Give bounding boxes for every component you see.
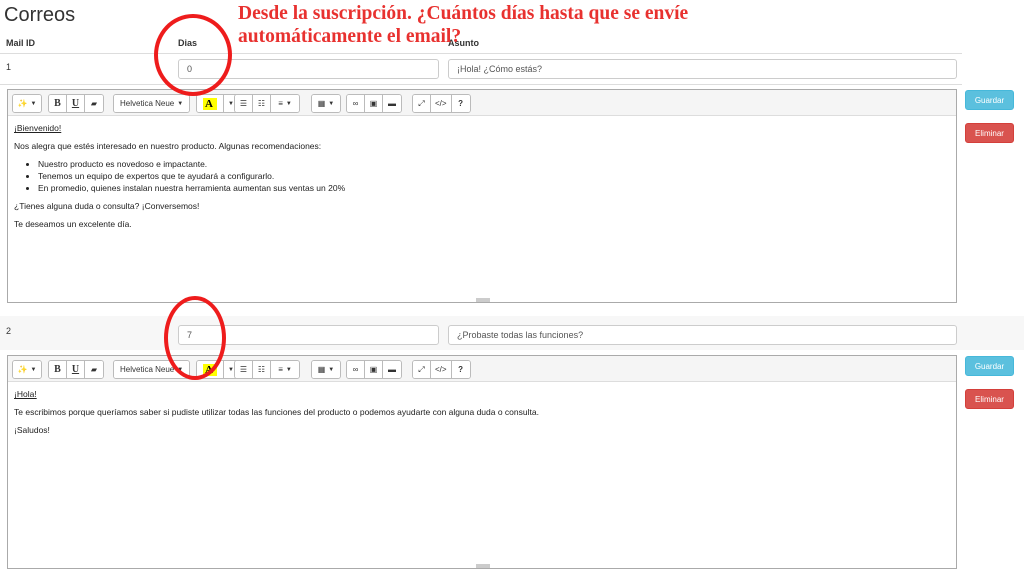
delete-button-2[interactable]: Eliminar [965, 389, 1014, 409]
fullscreen-icon[interactable]: ⤢ [413, 361, 431, 378]
magic-wand-icon[interactable]: ✨ ▼ [13, 361, 41, 378]
body-closing: ¡Saludos! [14, 425, 50, 435]
body-bullet-list: Nuestro producto es novedoso e impactant… [38, 158, 950, 194]
insert-group: ∞ ▣ ▬ [346, 94, 402, 113]
annotation-circle-1 [154, 14, 232, 96]
font-group: Helvetica Neue ▼ [113, 94, 191, 113]
body-intro: Te escribimos porque queríamos saber si … [14, 407, 539, 417]
format-group: B U ▰ [48, 360, 104, 379]
style-group: ✨ ▼ [12, 94, 42, 113]
column-header-mail-id: Mail ID [6, 38, 36, 48]
asunto-input-2[interactable]: ¿Probaste todas las funciones? [448, 325, 957, 345]
body-bullet: En promedio, quienes instalan nuestra he… [38, 182, 950, 194]
bold-icon[interactable]: B [49, 95, 67, 112]
asunto-input-1[interactable]: ¡Hola! ¿Cómo estás? [448, 59, 957, 79]
eraser-icon[interactable]: ▰ [85, 361, 103, 378]
link-icon[interactable]: ∞ [347, 361, 365, 378]
body-bullet: Tenemos un equipo de expertos que te ayu… [38, 170, 950, 182]
underline-icon[interactable]: U [67, 95, 85, 112]
editor-content[interactable]: ¡Hola! Te escribimos porque queríamos sa… [8, 382, 956, 448]
mail-id-2: 2 [6, 326, 12, 336]
table-icon[interactable]: ▦ ▼ [312, 95, 340, 112]
font-family-dropdown[interactable]: Helvetica Neue ▼ [114, 95, 190, 112]
body-intro: Nos alegra que estés interesado en nuest… [14, 141, 322, 151]
eraser-icon[interactable]: ▰ [85, 95, 103, 112]
body-greeting: ¡Bienvenido! [14, 123, 62, 133]
help-icon[interactable]: ? [451, 361, 470, 378]
picture-icon[interactable]: ▣ [365, 95, 383, 112]
body-closing: Te deseamos un excelente día. [14, 219, 132, 229]
resize-handle[interactable] [476, 564, 490, 568]
body-bullet: Nuestro producto es novedoso e impactant… [38, 158, 950, 170]
bold-icon[interactable]: B [49, 361, 67, 378]
page-title: Correos [4, 4, 76, 26]
editor-content[interactable]: ¡Bienvenido! Nos alegra que estés intere… [8, 116, 956, 242]
table-group: ▦ ▼ [311, 94, 341, 113]
mail-id-1: 1 [6, 62, 12, 72]
font-name-label: Helvetica Neue [120, 365, 175, 374]
list-group: ☰ ☷ ≡ ▼ [234, 360, 300, 379]
link-icon[interactable]: ∞ [347, 95, 365, 112]
text-color-icon[interactable]: A [197, 95, 224, 112]
view-group: ⤢ </> ? [412, 94, 471, 113]
format-group: B U ▰ [48, 94, 104, 113]
delete-button-1[interactable]: Eliminar [965, 123, 1014, 143]
email-editor-1: ✨ ▼ B U ▰ Helvetica Neue ▼ A ▼ ☰ ☷ ≡ ▼ ▦ ▼ ∞… [7, 89, 957, 303]
table-group: ▦ ▼ [311, 360, 341, 379]
ordered-list-icon[interactable]: ☷ [253, 361, 271, 378]
editor-toolbar: ✨ ▼ B U ▰ Helvetica Neue ▼ A ▼ ☰ ☷ ≡ ▼ ▦ ▼ ∞… [8, 356, 956, 382]
unordered-list-icon[interactable]: ☰ [235, 361, 253, 378]
style-group: ✨ ▼ [12, 360, 42, 379]
header-divider [0, 53, 962, 54]
paragraph-align-icon[interactable]: ≡ ▼ [271, 95, 299, 112]
color-group: A ▼ [196, 94, 239, 113]
ordered-list-icon[interactable]: ☷ [253, 95, 271, 112]
view-group: ⤢ </> ? [412, 360, 471, 379]
insert-group: ∞ ▣ ▬ [346, 360, 402, 379]
email-editor-2: ✨ ▼ B U ▰ Helvetica Neue ▼ A ▼ ☰ ☷ ≡ ▼ ▦ ▼ ∞… [7, 355, 957, 569]
body-question: ¿Tienes alguna duda o consulta? ¡Convers… [14, 201, 200, 211]
annotation-text: Desde la suscripción. ¿Cuántos días hast… [238, 3, 689, 47]
video-icon[interactable]: ▬ [383, 95, 401, 112]
picture-icon[interactable]: ▣ [365, 361, 383, 378]
code-view-icon[interactable]: </> [431, 361, 452, 378]
magic-wand-icon[interactable]: ✨ ▼ [13, 95, 41, 112]
body-greeting: ¡Hola! [14, 389, 37, 399]
color-swatch: A [203, 97, 217, 110]
list-group: ☰ ☷ ≡ ▼ [234, 94, 300, 113]
table-icon[interactable]: ▦ ▼ [312, 361, 340, 378]
resize-handle[interactable] [476, 298, 490, 302]
editor-toolbar: ✨ ▼ B U ▰ Helvetica Neue ▼ A ▼ ☰ ☷ ≡ ▼ ▦ ▼ ∞… [8, 90, 956, 116]
row-divider [0, 84, 962, 85]
code-view-icon[interactable]: </> [431, 95, 452, 112]
font-name-label: Helvetica Neue [120, 99, 175, 108]
paragraph-align-icon[interactable]: ≡ ▼ [271, 361, 299, 378]
help-icon[interactable]: ? [451, 95, 470, 112]
save-button-2[interactable]: Guardar [965, 356, 1014, 376]
fullscreen-icon[interactable]: ⤢ [413, 95, 431, 112]
save-button-1[interactable]: Guardar [965, 90, 1014, 110]
annotation-circle-2 [164, 296, 226, 380]
unordered-list-icon[interactable]: ☰ [235, 95, 253, 112]
underline-icon[interactable]: U [67, 361, 85, 378]
video-icon[interactable]: ▬ [383, 361, 401, 378]
